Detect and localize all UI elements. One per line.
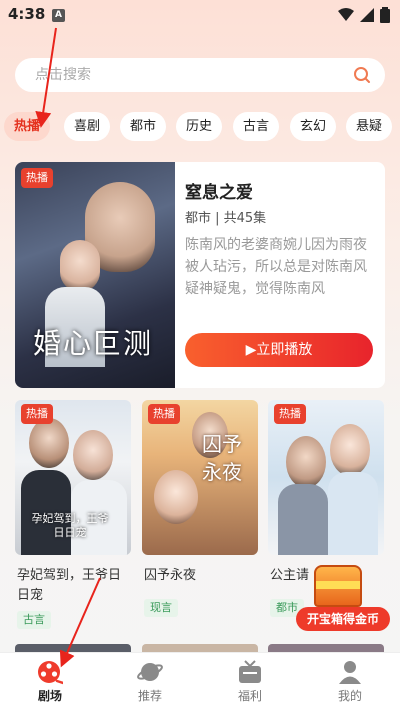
next-row-poster: [142, 644, 258, 652]
genre-tag: 古言: [17, 611, 51, 629]
category-tab-comedy[interactable]: 喜剧: [64, 112, 110, 141]
poster-figure: [29, 418, 69, 468]
poster-costume: [328, 472, 378, 555]
tab-label: 推荐: [137, 689, 162, 703]
search-bar[interactable]: [15, 58, 385, 92]
tab-welfare[interactable]: 福利: [200, 653, 300, 710]
status-time: 4:38: [8, 5, 46, 23]
category-tab-fantasy[interactable]: 玄幻: [290, 112, 336, 141]
featured-drama-card[interactable]: 婚心叵测 热播 窒息之爱 都市 | 共45集 陈南风的老婆商婉儿因为雨夜被人玷污…: [15, 162, 385, 388]
poster-costume: [278, 484, 328, 555]
category-tab-urban[interactable]: 都市: [120, 112, 166, 141]
user-icon: [339, 661, 361, 684]
battery-icon: [380, 7, 390, 23]
tab-label: 剧场: [37, 689, 62, 703]
poster-figure: [330, 424, 370, 476]
category-tabs: 热播 喜剧 都市 历史 古言 玄幻 悬疑: [0, 112, 400, 142]
featured-title[interactable]: 窒息之爱: [185, 178, 253, 203]
tab-label: 福利: [237, 689, 262, 703]
genre-tag: 现言: [144, 599, 178, 617]
tab-label: 我的: [337, 689, 362, 703]
tab-theater[interactable]: 剧场: [0, 653, 100, 710]
wifi-icon: [338, 8, 354, 21]
film-reel-icon: [38, 661, 63, 685]
planet-icon: [137, 663, 163, 681]
tab-recommend[interactable]: 推荐: [100, 653, 200, 710]
featured-poster[interactable]: 婚心叵测 热播: [15, 162, 175, 388]
bottom-tab-bar: 剧场 推荐 福利 我的: [0, 652, 400, 710]
poster-caption: 囚予永夜: [202, 432, 242, 484]
signal-icon: [360, 8, 374, 22]
poster-caption: 孕妃驾到，王爷日日宠: [31, 512, 109, 539]
search-icon[interactable]: [353, 66, 371, 84]
treasure-label: 开宝箱得金币: [296, 607, 390, 631]
search-input[interactable]: [35, 58, 335, 92]
hot-badge: 热播: [148, 404, 180, 424]
status-icons: [338, 7, 390, 23]
next-row-poster: [268, 644, 384, 652]
featured-meta: 都市 | 共45集: [185, 211, 267, 226]
drama-title[interactable]: 孕妃驾到，王爷日日宠: [17, 566, 133, 606]
poster-figure: [154, 470, 198, 524]
drama-poster[interactable]: 热播: [268, 400, 384, 555]
hot-badge: 热播: [21, 168, 53, 188]
featured-description: 陈南风的老婆商婉儿因为雨夜被人玷污，所以总是对陈南风疑神疑鬼，觉得陈南风: [185, 237, 367, 297]
next-row-poster: [15, 644, 131, 652]
category-tab-history[interactable]: 历史: [176, 112, 222, 141]
tv-gift-icon: [239, 660, 261, 683]
tab-mine[interactable]: 我的: [300, 653, 400, 710]
treasure-chest-icon: [314, 565, 362, 607]
poster-figure: [73, 430, 113, 480]
hot-badge: 热播: [274, 404, 306, 424]
chest-band: [316, 581, 360, 589]
hot-badge: 热播: [21, 404, 53, 424]
treasure-chest-button[interactable]: 开宝箱得金币: [296, 565, 390, 631]
category-tab-suspense[interactable]: 悬疑: [346, 112, 392, 141]
notification-icon: A: [52, 9, 65, 22]
poster-figure: [286, 436, 326, 488]
poster-figure-woman: [60, 240, 100, 292]
status-bar: 4:38 A: [0, 0, 400, 30]
category-tab-ancient[interactable]: 古言: [233, 112, 279, 141]
drama-title[interactable]: 囚予永夜: [144, 566, 260, 586]
poster-title-art: 婚心叵测: [33, 327, 154, 360]
category-tab-hot[interactable]: 热播: [4, 112, 50, 141]
drama-poster[interactable]: 囚予永夜 热播: [142, 400, 258, 555]
play-now-button[interactable]: ▶立即播放: [185, 333, 373, 367]
drama-poster[interactable]: 孕妃驾到，王爷日日宠 热播: [15, 400, 131, 555]
